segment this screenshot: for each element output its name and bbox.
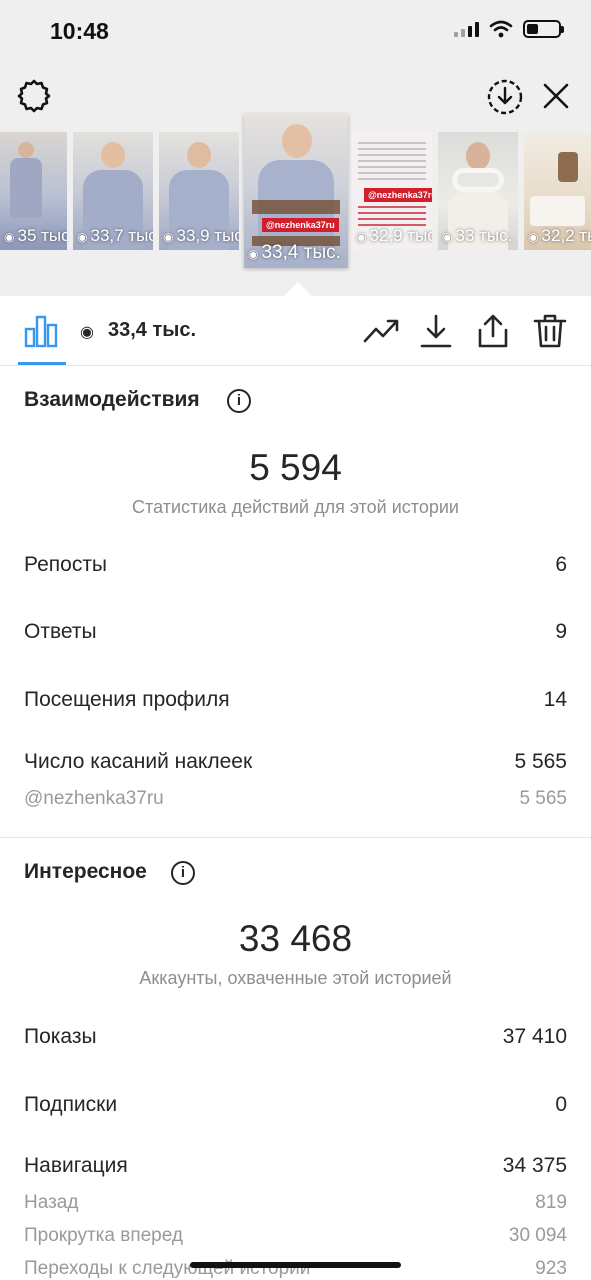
eye-icon: ◉ [77,230,88,244]
thumbnail-figure [530,196,585,226]
stat-subrow-back: Назад 819 [24,1192,567,1214]
story-views: ◉35 тыс. [4,226,67,245]
battery-icon [523,20,564,38]
stat-row-sticker-taps: Число касаний наклеек 5 565 [24,750,567,774]
info-icon[interactable]: i [227,389,251,413]
stat-row-replies: Ответы 9 [24,620,567,644]
stat-row-profile-visits: Посещения профиля 14 [24,688,567,712]
story-views: ◉ 33,4 тыс. [248,242,341,263]
total-views: 33,4 тыс. [108,319,197,341]
story-caption [252,200,340,214]
stat-label: Назад [24,1192,79,1213]
close-icon[interactable] [540,80,572,112]
stat-value: 5 565 [514,750,567,773]
stat-label: Подписки [24,1093,118,1116]
stat-value: 9 [555,620,567,643]
thumbnail-figure [558,152,578,182]
stat-value: 30 094 [508,1225,567,1246]
bar-chart-icon[interactable] [24,314,58,348]
thumbnail-text-block [358,206,426,226]
story-thumbnail[interactable]: ◉32,2 тыс. [524,132,591,250]
story-thumbnail-strip[interactable]: ◉35 тыс. ◉33,7 тыс. ◉33,9 тыс. @nezhenka… [0,114,591,274]
selected-pointer [284,282,312,296]
stat-label: Навигация [24,1154,128,1177]
eye-icon: ◉ [442,230,453,244]
stat-value: 0 [555,1093,567,1116]
thumbnail-text-block [358,142,426,182]
story-thumbnail[interactable]: ◉ 33 тыс. [438,132,518,250]
interactions-subtitle: Статистика действий для этой истории [132,497,459,517]
stat-row-follows: Подписки 0 [24,1093,567,1117]
section-title-interactions: Взаимодействия [24,388,200,411]
thumbnail-figure [18,142,34,158]
stat-value: 34 375 [502,1154,567,1177]
wifi-icon [489,20,513,38]
stat-label: Прокрутка вперед [24,1225,183,1246]
story-header: 10:48 ◉35 тыс. ◉33,7 тыс. [0,0,591,296]
eye-icon: ◉ [528,230,539,244]
eye-icon: ◉ [163,230,174,244]
stat-row-reposts: Репосты 6 [24,553,567,577]
story-views: ◉33,7 тыс. [77,226,153,245]
story-views: ◉33,9 тыс. [163,226,239,245]
stat-label: Показы [24,1025,97,1048]
discovery-subtitle: Аккаунты, охваченные этой историей [139,968,452,988]
story-thumbnail[interactable]: ◉33,9 тыс. [159,132,239,250]
download-icon[interactable] [417,312,455,350]
trending-icon[interactable] [362,312,400,350]
stat-subrow-mention: @nezhenka37ru 5 565 [24,788,567,810]
thumbnail-figure [101,142,125,168]
thumbnail-figure [466,142,490,170]
stat-value: 819 [535,1192,567,1213]
status-time: 10:48 [50,18,109,44]
interactions-total: 5 594 [249,447,342,488]
story-thumbnail[interactable]: ◉33,7 тыс. [73,132,153,250]
eye-icon: ◉ [248,247,259,261]
section-divider [0,837,591,838]
stat-value: 6 [555,553,567,576]
download-circle-icon[interactable] [486,78,524,116]
stat-label: Ответы [24,620,97,643]
discovery-total: 33 468 [238,918,353,959]
active-tab-indicator [18,362,66,365]
insights-toolbar: ◉ 33,4 тыс. [0,296,591,366]
stat-label: @nezhenka37ru [24,788,164,809]
stat-value: 14 [543,688,567,711]
stat-label: Репосты [24,553,108,576]
story-views: ◉32,9 тыс. [356,226,432,245]
story-views: ◉32,2 тыс. [528,226,591,245]
signal-icon [454,21,479,37]
eye-icon: ◉ [80,324,94,341]
mention-sticker: @nezhenka37ru [262,218,339,232]
stat-row-navigation: Навигация 34 375 [24,1154,567,1178]
gear-icon[interactable] [16,78,52,114]
story-thumbnail[interactable]: @nezhenka37ru ◉32,9 тыс. [352,132,432,250]
eye-icon: ◉ [4,230,15,244]
info-icon[interactable]: i [171,861,195,885]
stat-label: Число касаний наклеек [24,750,253,773]
eye-icon: ◉ [356,230,367,244]
thumbnail-figure [282,124,312,158]
mention-sticker: @nezhenka37ru [364,188,432,202]
trash-icon[interactable] [531,312,569,350]
home-indicator[interactable] [190,1262,401,1268]
status-icons [454,20,564,38]
thumbnail-figure [187,142,211,168]
stat-label: Посещения профиля [24,688,230,711]
story-thumbnail-selected[interactable]: @nezhenka37ru ◉ 33,4 тыс. [244,114,348,268]
stat-row-impressions: Показы 37 410 [24,1025,567,1049]
stat-value: 923 [535,1258,567,1279]
thumbnail-figure [10,158,42,218]
stat-value: 5 565 [519,788,567,809]
story-views: ◉ 33 тыс. [442,226,513,245]
share-icon[interactable] [474,312,512,350]
section-title-discovery: Интересное [24,860,147,883]
story-thumbnail[interactable]: ◉35 тыс. [0,132,67,250]
stat-value: 37 410 [502,1025,567,1048]
thumbnail-figure [452,168,504,192]
stat-subrow-forward: Прокрутка вперед 30 094 [24,1225,567,1247]
